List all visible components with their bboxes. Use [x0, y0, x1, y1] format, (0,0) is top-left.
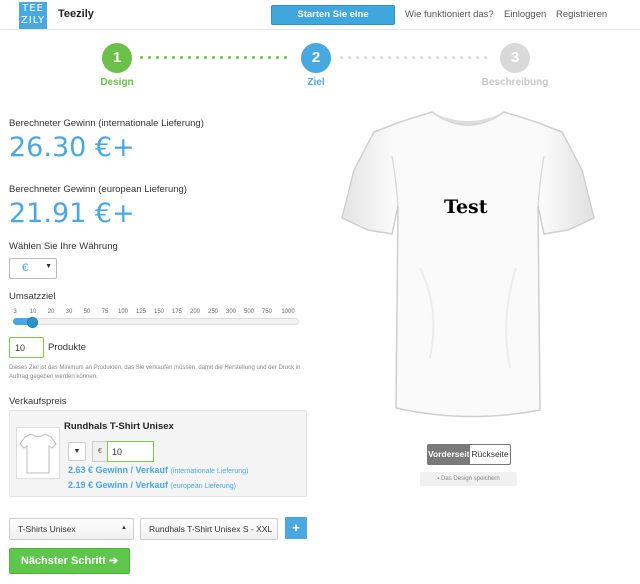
price-currency-addon: € [92, 441, 108, 462]
profit-per-sale-international: 2.63 € Gewinn / Verkauf (internationale … [68, 465, 248, 475]
profit-per-sale-european: 2.19 € Gewinn / Verkauf (european Liefer… [68, 480, 236, 490]
sales-goal-quantity-input[interactable]: 10 [9, 337, 44, 358]
back-side-toggle[interactable]: Rückseite [469, 444, 511, 465]
product-thumbnail [16, 427, 60, 479]
category-selected: T-Shirts Unisex [18, 524, 76, 534]
profit-european-label: Berechneter Gewinn (european Lieferung) [9, 184, 187, 195]
sale-price-label: Verkaufspreis [9, 396, 67, 407]
step-2-circle[interactable]: 2 [301, 43, 331, 73]
price-options-dropdown[interactable]: ▼ [68, 442, 86, 461]
profit-amount: 2.63 € Gewinn / Verkauf [68, 465, 169, 475]
teezily-logo[interactable]: TEE ZILY [19, 2, 47, 29]
next-step-button[interactable]: Nächster Schritt ➔ [9, 548, 130, 574]
profit-international-value: 26.30 €+ [9, 132, 135, 163]
profit-note: (european Lieferung) [170, 483, 236, 490]
floppy-disk-icon: ▪ [437, 476, 440, 482]
tick-label: 500 [243, 309, 255, 315]
step-1-label: Design [100, 77, 134, 88]
step-2-label: Ziel [307, 77, 325, 88]
tick-label: 300 [225, 309, 237, 315]
brand-name[interactable]: Teezily [58, 8, 94, 20]
category-select[interactable]: T-Shirts Unisex ▲ [9, 518, 134, 540]
tick-label: 1000 [281, 309, 295, 315]
profit-amount: 2.19 € Gewinn / Verkauf [68, 480, 169, 490]
save-design-label: Das Design speichern [441, 476, 500, 482]
step-3-circle[interactable]: 3 [500, 43, 530, 73]
tshirt-thumbnail-icon [19, 433, 57, 474]
design-text[interactable]: Test [444, 196, 488, 218]
logo-top-text: TEE [22, 3, 44, 14]
sales-goal-unit: Produkte [48, 342, 87, 353]
tick-label: 100 [117, 309, 129, 315]
profit-international-label: Berechneter Gewinn (internationale Liefe… [9, 118, 204, 129]
tick-label: 30 [65, 309, 73, 315]
step-1-2-connector [140, 56, 296, 60]
tick-label: 75 [101, 309, 109, 315]
tick-label: 20 [47, 309, 55, 315]
tick-label: 200 [189, 309, 201, 315]
tshirt-preview [341, 111, 595, 418]
profit-european-value: 21.91 €+ [9, 198, 135, 229]
tick-label: 125 [135, 309, 147, 315]
tick-label: 750 [261, 309, 273, 315]
currency-label: Wählen Sie Ihre Währung [9, 241, 118, 252]
step-2-3-connector [340, 56, 496, 60]
tick-label: 50 [83, 309, 91, 315]
save-design-button[interactable]: ▪ Das Design speichern [420, 472, 517, 486]
nav-login[interactable]: Einloggen [504, 9, 546, 20]
caret-down-icon: ▼ [73, 448, 81, 455]
nav-how-it-works[interactable]: Wie funktioniert das? [405, 9, 494, 20]
tick-label: 150 [153, 309, 165, 315]
sales-goal-slider-track[interactable] [13, 318, 299, 325]
product-select[interactable]: Rundhals T-Shirt Unisex S - XXL [140, 518, 278, 540]
step-3-label: Beschreibung [481, 77, 549, 88]
start-campaign-button[interactable]: Starten Sie eine Kampagne [271, 5, 395, 38]
top-header: TEE ZILY Teezily Starten Sie eine Kampag… [0, 0, 640, 38]
caret-up-icon: ▲ [121, 525, 127, 531]
sales-goal-label: Umsatzziel [9, 291, 56, 302]
currency-selected-value: € [22, 262, 29, 274]
product-selected: Rundhals T-Shirt Unisex S - XXL [149, 524, 273, 534]
nav-register[interactable]: Registrieren [556, 9, 607, 20]
profit-note: (internationale Lieferung) [170, 468, 249, 475]
logo-bottom-text: ZILY [20, 15, 46, 26]
currency-select[interactable]: € ▼ [9, 258, 57, 279]
sales-goal-hint: Dieses Ziel ist das Minimum an Produkten… [9, 365, 301, 380]
caret-down-icon: ▼ [45, 263, 52, 270]
sale-price-input[interactable]: 10 [107, 441, 154, 462]
tick-label: 10 [29, 309, 37, 315]
product-name: Rundhals T-Shirt Unisex [64, 421, 174, 432]
add-product-button[interactable]: + [285, 517, 307, 539]
front-side-toggle[interactable]: Vorderseite [427, 444, 474, 465]
step-1-circle[interactable]: 1 [102, 43, 132, 73]
tick-label: 250 [207, 309, 219, 315]
sales-goal-slider-handle[interactable] [27, 317, 38, 328]
tick-label: 3 [13, 309, 17, 315]
tick-label: 175 [171, 309, 183, 315]
